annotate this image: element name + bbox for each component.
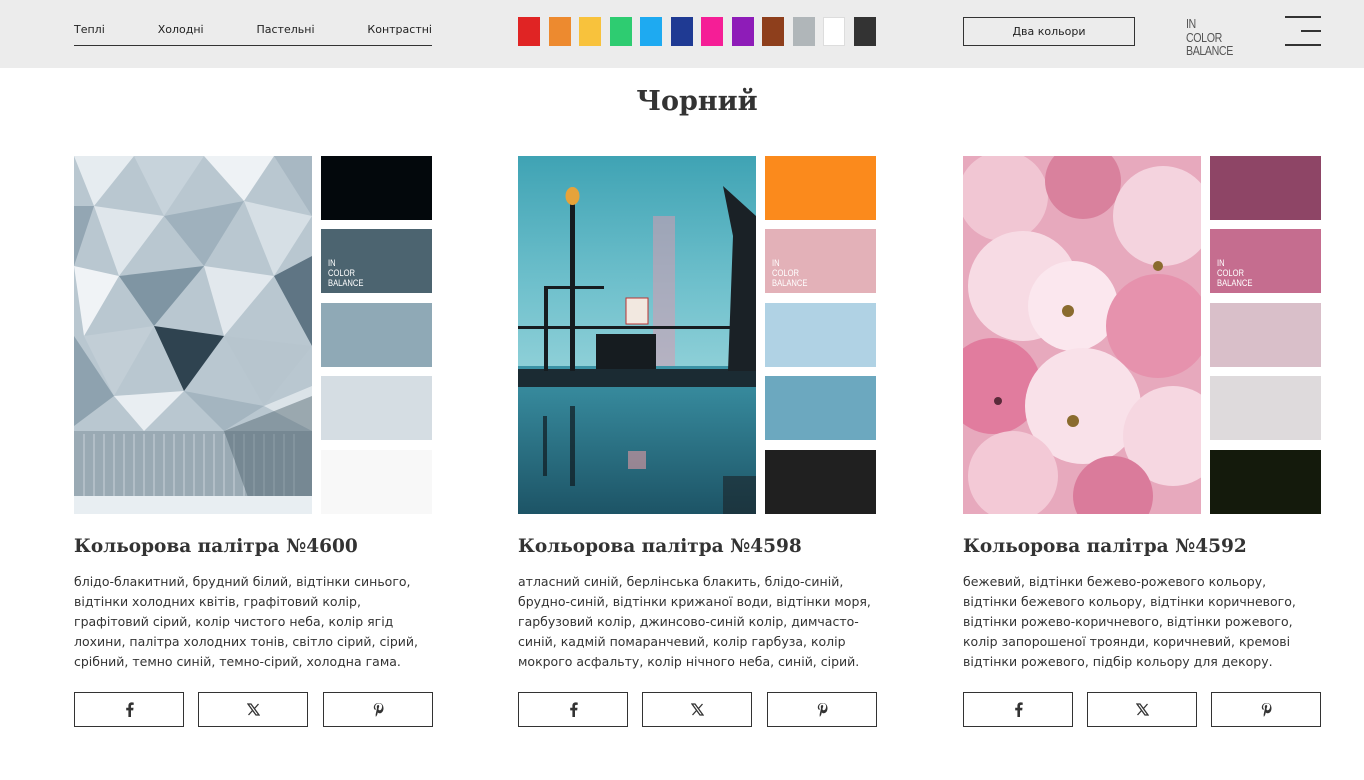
share-buttons — [963, 692, 1321, 727]
color-chip[interactable] — [1210, 156, 1321, 220]
color-chip[interactable] — [765, 156, 876, 220]
card-title[interactable]: Кольорова палітра №4600 — [74, 536, 358, 557]
chip-logo: IN COLOR BALANCE — [1217, 258, 1253, 289]
facebook-icon — [1014, 702, 1023, 717]
two-colors-button[interactable]: Два кольори — [963, 17, 1135, 46]
color-chip[interactable] — [765, 376, 876, 440]
nav-warm[interactable]: Теплі — [74, 22, 105, 38]
color-chip[interactable]: IN COLOR BALANCE — [1210, 229, 1321, 293]
x-share-button[interactable] — [642, 692, 752, 727]
color-chip[interactable]: IN COLOR BALANCE — [765, 229, 876, 293]
palette-photo[interactable] — [963, 156, 1201, 514]
site-header: Теплі Холодні Пастельні Контрастні Два к… — [0, 0, 1364, 68]
facebook-icon — [125, 702, 134, 717]
pier-sunset-image — [518, 156, 756, 514]
geometric-facade-image — [74, 156, 312, 514]
color-chip[interactable] — [321, 303, 432, 367]
color-filter-green[interactable] — [609, 17, 632, 46]
card-description: атласний синій, берлінська блакить, блід… — [518, 574, 871, 669]
site-logo[interactable]: IN COLOR BALANCE — [1186, 16, 1233, 58]
chip-logo: IN COLOR BALANCE — [772, 258, 808, 289]
color-filter-pink[interactable] — [701, 17, 723, 46]
nav-contrast[interactable]: Контрастні — [367, 22, 432, 38]
color-filter-white[interactable] — [823, 17, 845, 46]
color-chip[interactable] — [321, 376, 432, 440]
x-share-button[interactable] — [198, 692, 308, 727]
pinterest-icon — [1261, 702, 1271, 717]
palette-card: IN COLOR BALANCE Кольорова палітра №4598 а… — [518, 156, 877, 736]
color-filter-yellow[interactable] — [579, 17, 601, 46]
facebook-share-button[interactable] — [74, 692, 184, 727]
nav-cold[interactable]: Холодні — [158, 22, 204, 38]
facebook-share-button[interactable] — [963, 692, 1073, 727]
color-filter-blue[interactable] — [670, 17, 693, 46]
pinterest-icon — [373, 702, 383, 717]
color-chip[interactable] — [321, 450, 432, 514]
logo-line-1: IN COLOR — [1186, 16, 1222, 45]
color-filter-red[interactable] — [518, 17, 540, 46]
facebook-icon — [569, 702, 578, 717]
color-filter-black[interactable] — [853, 17, 876, 46]
card-title[interactable]: Кольорова палітра №4592 — [963, 536, 1247, 557]
color-filter-orange[interactable] — [548, 17, 571, 46]
pinterest-share-button[interactable] — [323, 692, 433, 727]
color-filter-brown[interactable] — [762, 17, 784, 46]
pinterest-icon — [817, 702, 827, 717]
hamburger-icon[interactable] — [1285, 16, 1321, 46]
palette-card: IN COLOR BALANCE Кольорова палітра №4600 б… — [74, 156, 433, 736]
color-filter-light-blue[interactable] — [640, 17, 662, 46]
chip-logo: IN COLOR BALANCE — [328, 258, 364, 289]
color-chip[interactable]: IN COLOR BALANCE — [321, 229, 432, 293]
pinterest-share-button[interactable] — [1211, 692, 1321, 727]
share-buttons — [518, 692, 877, 727]
pink-blossom-image — [963, 156, 1201, 514]
color-filter-purple[interactable] — [731, 17, 754, 46]
palette-photo[interactable] — [518, 156, 756, 514]
color-chip[interactable] — [765, 303, 876, 367]
x-share-button[interactable] — [1087, 692, 1197, 727]
color-filter-gray[interactable] — [792, 17, 815, 46]
facebook-share-button[interactable] — [518, 692, 628, 727]
color-chip[interactable] — [1210, 450, 1321, 514]
page-title: Чорний — [636, 86, 758, 117]
x-icon — [690, 703, 704, 716]
logo-line-2: BALANCE — [1186, 43, 1233, 58]
nav-pastel[interactable]: Пастельні — [257, 22, 315, 38]
share-buttons — [74, 692, 433, 727]
pinterest-share-button[interactable] — [767, 692, 877, 727]
color-chip[interactable] — [765, 450, 876, 514]
category-nav: Теплі Холодні Пастельні Контрастні — [74, 22, 432, 46]
card-description: блідо-блакитний, брудний білий, відтінки… — [74, 574, 419, 669]
color-filter-swatches — [518, 17, 876, 46]
palette-card: IN COLOR BALANCE Кольорова палітра №4592 б… — [963, 156, 1321, 736]
color-chip[interactable] — [321, 156, 432, 220]
color-chip[interactable] — [1210, 376, 1321, 440]
color-chip[interactable] — [1210, 303, 1321, 367]
palette-photo[interactable] — [74, 156, 312, 514]
x-icon — [246, 703, 260, 716]
card-title[interactable]: Кольорова палітра №4598 — [518, 536, 802, 557]
x-icon — [1135, 703, 1149, 716]
card-description: бежевий, відтінки бежево-рожевого кольор… — [963, 574, 1296, 669]
